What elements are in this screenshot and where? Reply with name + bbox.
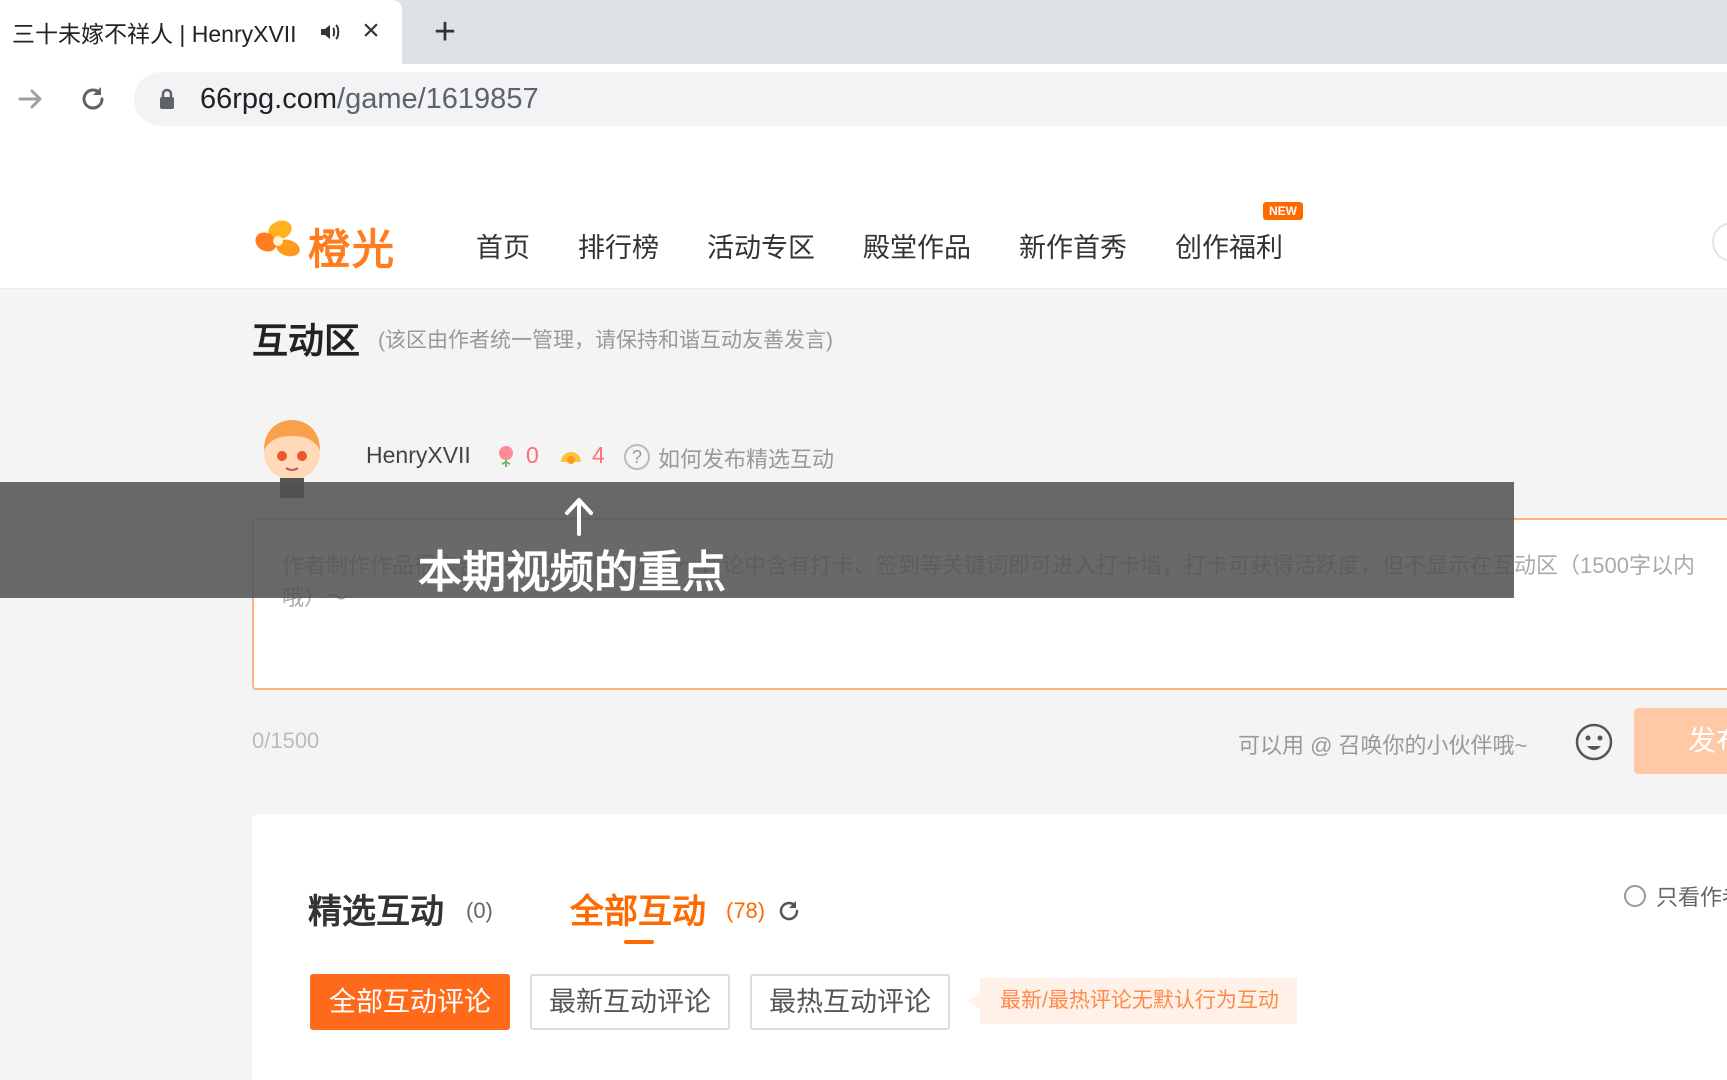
nav-new-works[interactable]: 新作首秀 <box>1019 226 1127 265</box>
author-only-label: 只看作者 <box>1656 885 1727 910</box>
address-bar[interactable]: 66rpg.com/game/1619857 <box>134 72 1727 126</box>
emoji-icon[interactable] <box>1574 722 1614 762</box>
logo-text: 橙光 <box>308 225 397 274</box>
help-icon[interactable]: ? <box>624 444 650 470</box>
filter-all-button[interactable]: 全部互动评论 <box>310 974 510 1030</box>
flower-count: 0 <box>526 442 539 468</box>
comments-card: 精选互动 (0) 全部互动 (78) 只看作者 全部互动评论 最新互动评论 最热… <box>252 814 1727 1080</box>
help-link[interactable]: 如何发布精选互动 <box>658 442 834 474</box>
logo-flower-icon <box>255 220 300 257</box>
section-note: (该区由作者统一管理，请保持和谐互动友善发言) <box>378 329 833 352</box>
radio-icon[interactable] <box>1624 885 1646 907</box>
video-caption-overlay <box>0 482 1514 598</box>
tab-all-count: (78) <box>726 898 766 923</box>
tab-featured[interactable]: 精选互动 <box>308 884 444 933</box>
browser-tab[interactable]: 三十未嫁不祥人 | HenryXVII × <box>0 0 402 64</box>
new-badge: NEW <box>1263 202 1303 220</box>
reload-icon[interactable] <box>76 82 110 116</box>
new-tab-button[interactable]: + <box>425 12 465 52</box>
close-tab-icon[interactable]: × <box>358 16 384 46</box>
tab-title: 三十未嫁不祥人 | HenryXVII <box>12 21 297 47</box>
tab-featured-count: (0) <box>466 898 493 923</box>
lock-icon <box>160 88 174 109</box>
author-only-toggle[interactable]: 只看作者 <box>1624 880 1727 912</box>
browser-toolbar: 66rpg.com/game/1619857 <box>0 64 1727 134</box>
up-arrow-icon <box>565 498 593 536</box>
tab-all[interactable]: 全部互动 <box>570 884 706 933</box>
speaker-icon[interactable] <box>318 20 342 44</box>
refresh-icon[interactable] <box>776 898 802 924</box>
nav-ranking[interactable]: 排行榜 <box>578 226 659 265</box>
section-title: 互动区 <box>252 320 361 361</box>
browser-tab-bar: 三十未嫁不祥人 | HenryXVII × + <box>0 0 1727 64</box>
publish-button[interactable]: 发布 <box>1634 708 1727 774</box>
filter-hot-button[interactable]: 最热互动评论 <box>750 974 950 1030</box>
search-circle-icon[interactable] <box>1712 222 1727 262</box>
char-count: 0/1500 <box>252 728 320 753</box>
url-text: 66rpg.com/game/1619857 <box>200 83 539 115</box>
site-header: 橙光 首页 排行榜 活动专区 殿堂作品 新作首秀 创作福利 NEW <box>0 134 1727 289</box>
main-nav: 首页 排行榜 活动专区 殿堂作品 新作首秀 创作福利 <box>476 226 1331 265</box>
flower-icon <box>499 446 513 467</box>
sun-count: 4 <box>592 442 605 468</box>
sun-icon <box>561 452 581 464</box>
nav-hall-works[interactable]: 殿堂作品 <box>863 226 971 265</box>
active-tab-indicator <box>624 940 654 944</box>
forward-arrow-icon[interactable] <box>14 82 48 116</box>
video-caption-text: 本期视频的重点 <box>418 548 726 597</box>
nav-events[interactable]: 活动专区 <box>707 226 815 265</box>
mention-hint: 可以用 @ 召唤你的小伙伴哦~ <box>1238 733 1528 758</box>
filter-note: 最新/最热评论无默认行为互动 <box>968 978 1297 1024</box>
site-logo[interactable]: 橙光 <box>250 214 400 274</box>
nav-home[interactable]: 首页 <box>476 226 530 265</box>
username[interactable]: HenryXVII <box>366 442 471 469</box>
nav-creator-benefits[interactable]: 创作福利 <box>1175 226 1283 265</box>
filter-new-button[interactable]: 最新互动评论 <box>530 974 730 1030</box>
